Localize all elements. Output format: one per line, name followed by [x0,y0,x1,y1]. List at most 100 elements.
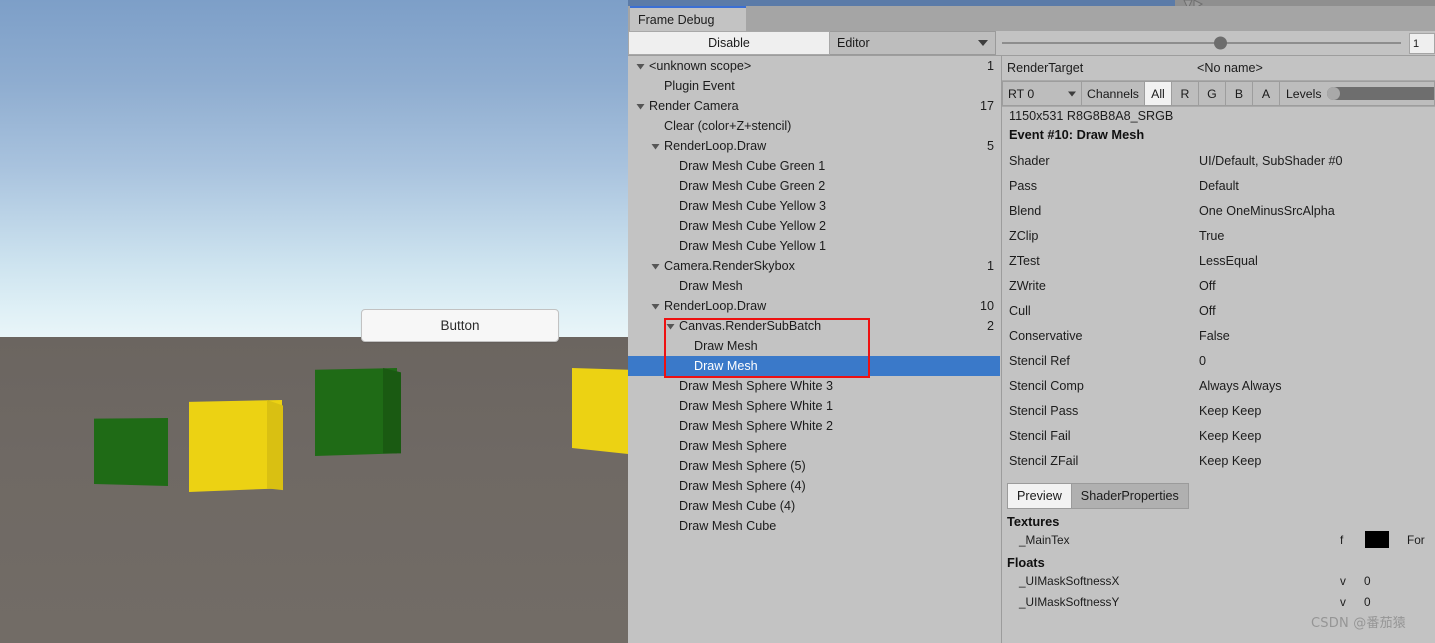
channels-toolbar: RT 0 Channels All R G B A Levels [1002,81,1435,107]
levels-slider[interactable] [1326,87,1434,100]
chevron-down-icon[interactable] [651,142,662,151]
chevron-down-icon[interactable] [651,262,662,271]
window-tab-strip [628,6,1435,31]
event-index-field[interactable]: 1 [1409,33,1435,54]
tree-row[interactable]: Draw Mesh [628,336,1000,356]
rt-index-value: RT 0 [1008,86,1035,101]
chevron-down-icon[interactable] [636,102,647,111]
tree-row[interactable]: RenderLoop.Draw 5 [628,136,1000,156]
event-tree-panel[interactable]: <unknown scope> 1 Plugin Event Render Camer… [628,56,1000,643]
levels-control[interactable]: Levels [1279,81,1435,106]
subtab-shaderproperties[interactable]: ShaderProperties [1070,483,1189,509]
property-key: Stencil Pass [1009,403,1079,418]
tree-row[interactable]: Draw Mesh Sphere White 1 [628,396,1000,416]
tree-row[interactable]: Draw Mesh [628,276,1000,296]
property-key: ZTest [1009,253,1040,268]
float-row: _UIMaskSoftnessY v 0 [1002,591,1435,612]
event-detail-panel: RenderTarget <No name> RT 0 Channels All… [1001,56,1435,643]
csdn-watermark: CSDN @番茄猿 [1311,616,1406,631]
channel-button-a[interactable]: A [1252,81,1280,106]
tree-row[interactable]: Draw Mesh Sphere [628,436,1000,456]
tree-row[interactable]: Draw Mesh Sphere (5) [628,456,1000,476]
tree-row-label: <unknown scope> [649,59,752,73]
property-value: Off [1199,278,1216,293]
tree-row[interactable]: RenderLoop.Draw 10 [628,296,1000,316]
disable-button-label: Disable [708,36,750,50]
float-flag: v [1340,594,1346,609]
tree-row[interactable]: Draw Mesh Cube Yellow 2 [628,216,1000,236]
property-key: Stencil Ref [1009,353,1070,368]
tree-row-count: 17 [979,99,994,113]
chevron-down-icon[interactable] [651,302,662,311]
tree-row[interactable]: Draw Mesh Cube (4) [628,496,1000,516]
tree-row-label: Draw Mesh Cube Green 2 [679,179,826,193]
texture-flag: f [1340,532,1344,547]
property-value: Keep Keep [1199,428,1262,443]
tree-row-count: 2 [986,319,994,333]
property-row: Cull Off [1002,298,1435,323]
frame-debugger-window: Frame Debug Disable Editor 1 <unknown sc… [628,0,1435,643]
render-target-value: <No name> [1197,61,1263,75]
property-key: ZClip [1009,228,1039,243]
tree-row[interactable]: Draw Mesh Sphere White 3 [628,376,1000,396]
tree-row-count: 1 [986,259,994,273]
tree-row[interactable]: <unknown scope> 1 [628,56,1000,76]
channel-button-b[interactable]: B [1225,81,1253,106]
tree-row[interactable]: Draw Mesh Cube Green 1 [628,156,1000,176]
chevron-down-icon[interactable] [636,62,647,71]
tree-row[interactable]: Draw Mesh Cube Yellow 3 [628,196,1000,216]
channel-button-all[interactable]: All [1144,81,1172,106]
channel-button-g[interactable]: G [1198,81,1226,106]
property-key: Blend [1009,203,1042,218]
tree-row-label: Plugin Event [664,79,735,93]
channel-button-r[interactable]: R [1171,81,1199,106]
tree-row[interactable]: Canvas.RenderSubBatch 2 [628,316,1000,336]
disable-button[interactable]: Disable [628,31,830,55]
chevron-down-icon [978,40,988,46]
cube-face [94,418,168,486]
subtab-preview[interactable]: Preview [1007,483,1071,509]
tree-row[interactable]: Camera.RenderSkybox 1 [628,256,1000,276]
float-name: _UIMaskSoftnessY [1019,594,1120,609]
ui-canvas-button[interactable]: Button [361,309,559,342]
tree-row[interactable]: Draw Mesh Sphere (4) [628,476,1000,496]
property-value: One OneMinusSrcAlpha [1199,203,1335,218]
rt-index-dropdown[interactable]: RT 0 [1002,81,1082,106]
tree-row-label: Draw Mesh Sphere [679,439,787,453]
tree-row[interactable]: Draw Mesh Cube Green 2 [628,176,1000,196]
property-value: 0 [1199,353,1207,368]
tab-frame-debug[interactable]: Frame Debug [630,6,746,32]
event-slider-knob[interactable] [1214,36,1227,50]
skybox-gradient [0,0,628,337]
property-key: Stencil Comp [1009,378,1084,393]
tree-row[interactable]: Clear (color+Z+stencil) [628,116,1000,136]
event-slider-zone[interactable]: 1 [996,31,1435,55]
target-dropdown[interactable]: Editor [830,31,996,55]
tree-row-label: RenderLoop.Draw [664,139,767,153]
tree-row-label: Draw Mesh Cube [679,519,777,533]
ground-plane [0,337,628,643]
tree-row[interactable]: Draw Mesh Cube [628,516,1000,536]
tree-row[interactable]: Render Camera 17 [628,96,1000,116]
property-row: ZClip True [1002,223,1435,248]
shader-state-properties: Shader UI/Default, SubShader #0 Pass Defaul… [1002,148,1435,473]
tree-row[interactable]: Draw Mesh [628,356,1000,376]
tree-row[interactable]: Plugin Event [628,76,1000,96]
property-row: Stencil Ref 0 [1002,348,1435,373]
texture-row: _MainTex f For [1002,529,1435,550]
property-row: Stencil Comp Always Always [1002,373,1435,398]
property-key: Shader [1009,153,1050,168]
property-key: Cull [1009,303,1031,318]
detail-subtabs: Preview ShaderProperties [1007,483,1435,509]
event-slider-track[interactable] [1002,42,1401,44]
texture-tail: For [1407,532,1425,547]
tab-frame-debug-label: Frame Debug [638,13,715,27]
tree-row-label: Draw Mesh [679,279,743,293]
chevron-down-icon[interactable] [666,322,677,331]
property-row: Shader UI/Default, SubShader #0 [1002,148,1435,173]
tree-row[interactable]: Draw Mesh Cube Yellow 1 [628,236,1000,256]
game-viewport[interactable]: Button [0,0,628,643]
property-key: Conservative [1009,328,1083,343]
tree-row[interactable]: Draw Mesh Sphere White 2 [628,416,1000,436]
tree-row-count: 5 [986,139,994,153]
